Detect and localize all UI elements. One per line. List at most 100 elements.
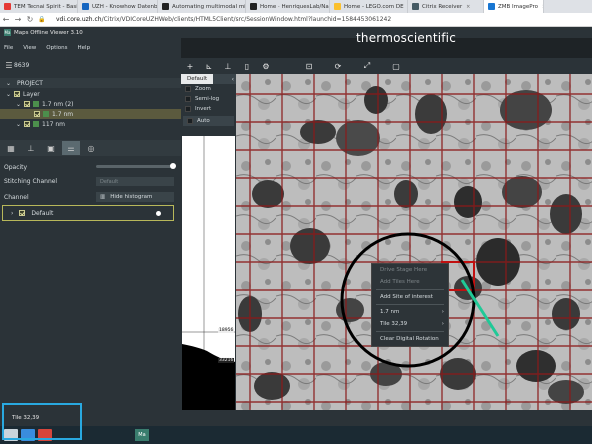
option-checkbox[interactable] <box>187 118 193 124</box>
histogram-panel: Default ‹ Zoom Semi-log Invert Auto 18956 3… <box>181 74 236 410</box>
taskbar: Ma <box>0 426 592 444</box>
histogram-graphic <box>182 136 235 410</box>
browser-tab[interactable]: Home · HenriquesLab/Nano× <box>246 0 330 13</box>
collapse-icon[interactable]: ‹ <box>232 76 234 83</box>
context-menu-item-label: Clear Digital Rotation <box>380 336 439 342</box>
histogram-option-invert[interactable]: Invert <box>181 104 236 114</box>
chevron-down-icon[interactable]: ⌄ <box>16 101 22 108</box>
fit-icon[interactable]: ⊡ <box>304 61 314 71</box>
brand-logo: thermoscientific <box>356 31 457 45</box>
opacity-slider[interactable] <box>96 163 176 169</box>
histogram-option-zoom[interactable]: Zoom <box>181 84 236 94</box>
layer-row[interactable]: ⌄ Layer <box>0 89 181 99</box>
context-menu-item: Add Tiles Here <box>372 276 448 288</box>
measure-icon[interactable]: ▯ <box>242 61 252 71</box>
hide-histogram-button[interactable]: ▥ Hide histogram <box>96 192 174 202</box>
layer-checkbox[interactable] <box>14 91 20 97</box>
histogram-option-auto[interactable]: Auto <box>183 116 234 126</box>
context-menu-item[interactable]: Add Site of interest <box>372 291 448 303</box>
session-row[interactable]: ☰ 8639 <box>0 60 181 70</box>
histogram-plot[interactable]: 18956 33216 <box>182 136 235 410</box>
tab-favicon-icon <box>162 3 169 10</box>
browser-tab[interactable]: TEM Tecnai Spirit - Basic Se× <box>0 0 78 13</box>
tab-favicon-icon <box>82 3 89 10</box>
option-checkbox[interactable] <box>185 106 191 112</box>
tab-label: UZH - Knowhow Datenbank <box>92 3 158 10</box>
chevron-down-icon: ⌄ <box>6 79 12 87</box>
layer-color-swatch <box>33 101 39 107</box>
channel-default-label: Default <box>31 209 54 217</box>
rotate-icon[interactable]: ⟳ <box>333 61 343 71</box>
chevron-down-icon[interactable]: ⌄ <box>16 121 22 128</box>
layer-checkbox[interactable] <box>24 121 30 127</box>
browser-tab[interactable]: Automating multimodal mi× <box>158 0 246 13</box>
opacity-slider-handle[interactable] <box>170 163 176 169</box>
histogram-tab-default[interactable]: Default <box>181 74 214 84</box>
layer-checkbox[interactable] <box>34 111 40 117</box>
histogram-header: Default ‹ <box>181 74 236 84</box>
layer-checkbox[interactable] <box>24 101 30 107</box>
menu-view[interactable]: View <box>23 45 36 51</box>
align-icon[interactable]: ⊾ <box>204 61 214 71</box>
tile-highlight-box <box>2 403 82 440</box>
compass-icon[interactable]: ◎ <box>82 141 100 155</box>
url-field[interactable]: vdi.core.uzh.ch/Citrix/VDICoreUZHWeb/cli… <box>56 16 391 23</box>
close-icon[interactable]: × <box>542 4 543 10</box>
stage-icon[interactable]: ⊥ <box>22 141 40 155</box>
menu-help[interactable]: Help <box>78 45 91 51</box>
layer-row[interactable]: ⌄ 117 nm <box>0 119 181 129</box>
lock-icon: 🔒 <box>38 16 46 23</box>
layer-row[interactable]: ⌄ 1.7 nm (2) <box>0 99 181 109</box>
settings-icon[interactable]: ⚙ <box>261 61 271 71</box>
ruler-icon[interactable]: ⊥ <box>223 61 233 71</box>
browser-tab[interactable]: Home - LEGO.com DE× <box>330 0 408 13</box>
grid-icon[interactable]: ▦ <box>2 141 20 155</box>
menu-options[interactable]: Options <box>46 45 67 51</box>
histogram-icon: ▥ <box>100 194 106 200</box>
back-icon[interactable]: ← <box>0 15 12 24</box>
frame-icon[interactable]: ▢ <box>391 61 401 71</box>
option-checkbox[interactable] <box>185 96 191 102</box>
layer-label: 117 nm <box>42 120 66 128</box>
option-label: Zoom <box>195 86 211 92</box>
image-icon[interactable]: ▣ <box>42 141 60 155</box>
left-panel: ☰ 8639 ⌄ PROJECT ⌄ Layer ⌄ 1.7 nm (2) 1.7 nm… <box>0 58 181 410</box>
context-menu-item[interactable]: Tile 32,39 › <box>372 318 448 330</box>
option-label: Semi-log <box>195 96 220 102</box>
histogram-min-value: 33216 <box>218 358 235 363</box>
chevron-down-icon[interactable]: ⌄ <box>6 91 12 98</box>
tab-label: Citrix Receiver <box>422 3 463 10</box>
context-menu-item-label: Drive Stage Here <box>380 267 428 273</box>
option-checkbox[interactable] <box>185 86 191 92</box>
chevron-right-icon: › <box>441 321 444 327</box>
browser-tab[interactable]: Citrix Receiver × <box>408 0 484 13</box>
browser-tabbar: TEM Tecnai Spirit - Basic Se×UZH - Knowh… <box>0 0 592 13</box>
menu-file[interactable]: File <box>4 45 13 51</box>
context-menu-item[interactable]: Clear Digital Rotation <box>372 333 448 345</box>
browser-tab[interactable]: ZMB ImagePro × <box>484 0 544 13</box>
histogram-max-value: 18956 <box>218 328 235 333</box>
context-menu-item[interactable]: 1.7 nm › <box>372 306 448 318</box>
maps-taskbar-icon[interactable]: Ma <box>135 429 149 441</box>
forward-icon[interactable]: → <box>12 15 24 24</box>
add-icon[interactable]: + <box>185 61 195 71</box>
project-header[interactable]: ⌄ PROJECT <box>0 78 181 88</box>
browser-tab[interactable]: UZH - Knowhow Datenbank× <box>78 0 158 13</box>
reload-icon[interactable]: ↻ <box>24 15 36 24</box>
histogram-option-semi-log[interactable]: Semi-log <box>181 94 236 104</box>
image-viewer[interactable] <box>236 74 592 410</box>
chevron-right-icon: › <box>11 209 14 217</box>
layer-row[interactable]: 1.7 nm <box>0 109 181 119</box>
zoom-extents-icon[interactable]: ⤢ <box>362 61 372 71</box>
channel-checkbox[interactable] <box>19 210 26 216</box>
option-label: Invert <box>195 106 212 112</box>
tab-label: Home - LEGO.com DE <box>344 3 404 10</box>
tab-label: Automating multimodal mi <box>172 3 246 10</box>
stitching-select[interactable]: Default <box>96 177 174 186</box>
close-icon[interactable]: × <box>466 4 470 10</box>
sliders-icon[interactable]: ⚌ <box>62 141 80 155</box>
project-label: PROJECT <box>17 79 43 87</box>
channel-default-row[interactable]: › Default <box>2 205 174 221</box>
channel-color-dot[interactable] <box>156 211 161 216</box>
layer-color-swatch <box>43 111 49 117</box>
